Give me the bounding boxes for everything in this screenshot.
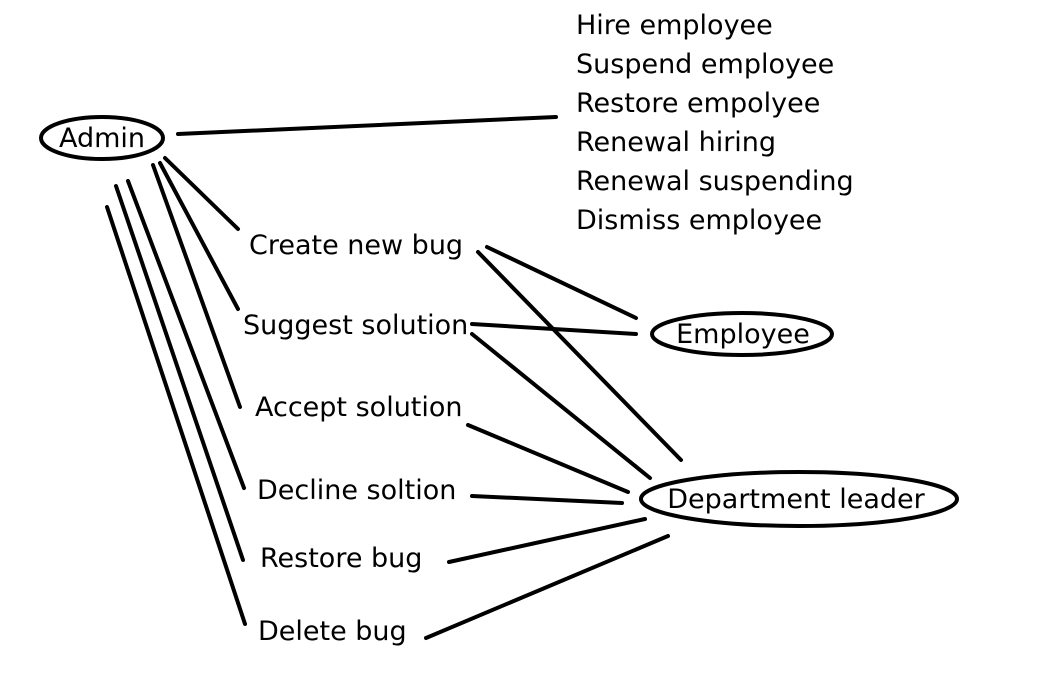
use-case-delete-bug: Delete bug [258,616,407,647]
link-accept-solution-department-leader [466,423,630,494]
link-decline-solution-department-leader [470,494,624,505]
admin-action-item: Renewal suspending [576,166,854,197]
link-admin-actions [176,115,558,136]
link-admin-delete-bug [105,205,247,626]
admin-actions-list: Hire employee Suspend employee Restore e… [576,10,854,236]
admin-action-item: Hire employee [576,10,773,41]
admin-action-item: Dismiss employee [576,205,822,236]
use-case-suggest-solution: Suggest solution [243,310,468,341]
link-restore-bug-department-leader [447,517,647,564]
admin-label: Admin [59,123,145,154]
link-suggest-solution-department-leader [470,332,652,480]
actor-admin: Admin [39,115,165,161]
link-create-new-bug-department-leader [476,250,683,462]
use-cases: Create new bug Suggest solution Accept s… [243,230,468,647]
actor-department-leader: Department leader [639,470,959,528]
admin-action-item: Renewal hiring [576,127,776,158]
use-case-restore-bug: Restore bug [260,543,422,574]
admin-action-item: Restore empolyee [576,88,820,119]
use-case-create-new-bug: Create new bug [249,230,463,261]
link-delete-bug-department-leader [424,534,670,640]
use-case-decline-solution: Decline soltion [257,475,456,506]
employee-label: Employee [676,319,810,350]
department-leader-label: Department leader [667,484,925,515]
admin-action-item: Suspend employee [576,49,834,80]
use-case-accept-solution: Accept solution [255,392,463,423]
actor-employee: Employee [650,311,834,357]
use-case-diagram: Admin Employee Department leader Hire em… [39,10,959,647]
